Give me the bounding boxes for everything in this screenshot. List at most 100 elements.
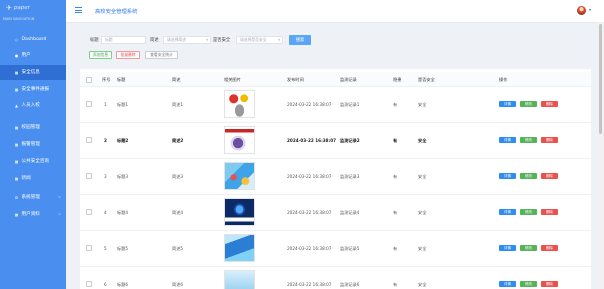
add-info-button[interactable]: 添加信息 [89,51,112,59]
detail-button[interactable]: 详情 [499,101,516,107]
dashboard-icon: ◇ [15,36,18,42]
chevron-down-icon: ▾ [278,38,280,42]
col-title[interactable]: 标题 [117,77,125,83]
table-row[interactable]: 4 标题4 简述4 2024-03-22 16:38:07 监测记录4 有 安全 详情 修改 删除 [80,194,591,231]
title-filter-label: 标题 [90,38,99,43]
grid-icon: ▦ [14,211,19,217]
col-image[interactable]: 相关图片 [224,77,241,83]
sidebar-item-dashboard[interactable]: ◇ Dashboard [0,32,66,47]
logo[interactable]: ✈ paper [6,3,30,13]
related-image[interactable] [224,270,255,289]
sidebar-item-security-events[interactable]: ▦ 安全事件通报 [0,82,66,97]
delete-button[interactable]: 删除 [541,209,558,215]
detail-button[interactable]: 详情 [499,281,516,287]
summary-select[interactable]: 请选择简述 ▾ [163,36,211,44]
sidebar-item-security-info[interactable]: ▦ 安全信息 [0,64,66,80]
col-time[interactable]: 发布时间 [287,77,304,83]
sidebar-item-alarm-management[interactable]: ▦ 报警管理 [0,137,66,152]
safe-select[interactable]: 请选择是否安全 ▾ [236,36,283,44]
table-row[interactable]: 5 标题5 简述5 2024-03-22 16:38:07 监测记录5 有 安全 详情 修改 删除 [80,230,591,267]
delete-button[interactable]: 删除 [541,137,558,143]
cell-title: 标题2 [117,138,129,143]
cell-title: 标题6 [117,282,129,287]
table-row[interactable]: 3 标题3 简述3 2024-03-22 16:38:07 监测记录3 有 安全 详情 修改 删除 [80,158,591,195]
delete-button[interactable]: 删除 [541,281,558,287]
view-stats-button[interactable]: 查看安全统计 [145,51,178,59]
sidebar-item-user-profile[interactable]: ▦ 用户资料 › [0,207,66,222]
related-image[interactable] [224,234,255,262]
row-checkbox[interactable] [86,209,92,215]
cell-hazard: 有 [393,102,398,107]
row-checkbox[interactable] [86,101,92,107]
edit-button[interactable]: 修改 [520,101,537,107]
sidebar-item-label: 用户资料 [21,212,40,217]
col-safe[interactable]: 是否安全 [418,77,435,83]
col-hazard[interactable]: 隐患 [393,77,401,83]
col-index[interactable]: 序号 [102,77,110,83]
batch-delete-button[interactable]: 批量删除 [116,51,140,59]
related-image[interactable] [224,198,255,226]
title-search-input[interactable]: 标题 [101,36,146,44]
table-row[interactable]: 2 标题2 简述2 2024-03-22 16:38:07 监测记录2 有 安全 详情 修改 删除 [80,122,591,159]
related-image[interactable] [224,126,255,154]
grid-icon: ▦ [14,141,19,147]
scrollbar-thumb[interactable] [599,24,602,134]
sidebar-item-label: 安全信息 [21,70,40,75]
cell-hazard: 有 [393,138,398,143]
col-action: 操作 [499,77,508,82]
row-checkbox[interactable] [86,173,92,179]
cell-hazard: 有 [393,174,398,179]
edit-button[interactable]: 修改 [520,281,537,287]
cell-hazard: 有 [393,282,398,287]
sidebar-item-system-management[interactable]: ⚙ 系统管理 › [0,190,66,205]
col-record[interactable]: 监测记录 [340,77,357,83]
edit-button[interactable]: 修改 [520,209,537,215]
cell-hazard: 有 [393,210,398,215]
cell-record: 监测记录3 [340,174,360,179]
row-checkbox[interactable] [86,137,92,143]
sidebar-item-public-safety[interactable]: ▦ 公共安全咨询 [0,154,66,169]
delete-button[interactable]: 删除 [541,245,558,251]
nav-section-label: MAIN NAVIGATION [3,17,35,21]
row-checkbox[interactable] [86,281,92,287]
delete-button[interactable]: 删除 [541,101,558,107]
sidebar-item-personnel-entry[interactable]: ▲ 人员入校 [0,98,66,113]
detail-button[interactable]: 详情 [499,245,516,251]
edit-button[interactable]: 修改 [520,137,537,143]
table-row[interactable]: 6 标题6 简述6 2024-03-22 16:38:07 监测记录6 有 安全 详情 修改 删除 [80,266,591,289]
paper-plane-icon: ✈ [6,4,12,12]
sidebar-item-label: 报警管理 [21,142,40,147]
col-summary[interactable]: 简述 [172,77,180,83]
related-image[interactable] [224,162,255,190]
detail-button[interactable]: 详情 [499,137,516,143]
edit-button[interactable]: 修改 [520,245,537,251]
table-row[interactable]: 1 标题1 简述1 2024-03-22 16:38:07 监测记录1 有 安全 详情 修改 删除 [80,86,591,123]
row-checkbox[interactable] [86,245,92,251]
sidebar-item-users[interactable]: ● 用户 [0,48,66,63]
related-image[interactable] [224,90,255,118]
title-search-placeholder: 标题 [105,37,113,42]
detail-button[interactable]: 详情 [499,173,516,179]
delete-button[interactable]: 删除 [541,173,558,179]
avatar[interactable] [577,6,586,15]
sidebar-item-label: 校园管理 [21,125,40,130]
search-button[interactable]: 搜索 [289,35,311,45]
cell-title: 标题1 [117,102,129,107]
detail-button[interactable]: 详情 [499,209,516,215]
chevron-down-icon[interactable]: ▾ [589,7,591,12]
edit-button[interactable]: 修改 [520,173,537,179]
cell-record: 监测记录4 [340,210,360,215]
scrollbar[interactable] [598,22,603,289]
sidebar: ✈ paper MAIN NAVIGATION ◇ Dashboard ● 用户 ▦ 安全… [0,0,66,289]
cell-title: 标题5 [117,246,129,251]
grid-icon: ▦ [14,124,19,130]
sidebar-item-campus-management[interactable]: ▦ 校园管理 [0,120,66,135]
select-all-checkbox[interactable] [86,77,92,83]
sidebar-item-news[interactable]: ▦ 新闻 [0,171,66,186]
chevron-down-icon: › [56,196,62,198]
sidebar-item-label: 用户 [21,53,31,58]
grid-icon: ▦ [14,175,19,181]
sidebar-item-label: 人员入校 [21,103,40,108]
menu-toggle-icon[interactable] [75,7,82,13]
cell-record: 监测记录6 [340,282,360,287]
